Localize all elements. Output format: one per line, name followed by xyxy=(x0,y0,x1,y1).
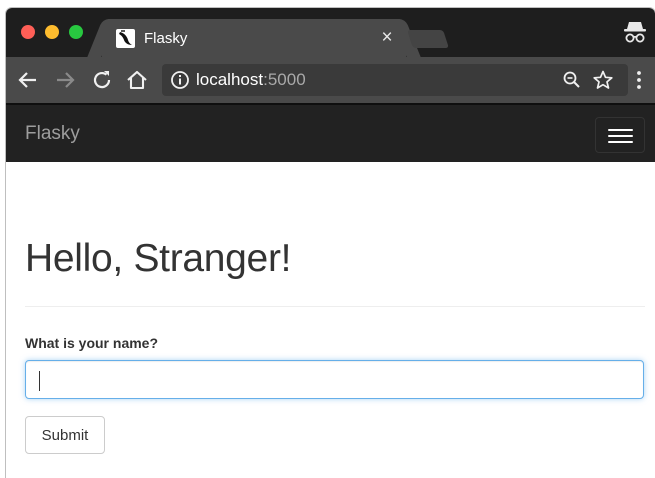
star-icon[interactable] xyxy=(592,69,614,91)
site-navbar: Flasky xyxy=(6,103,655,162)
page-title: Hello, Stranger! xyxy=(25,237,292,280)
navbar-brand[interactable]: Flasky xyxy=(25,122,80,146)
hamburger-icon xyxy=(608,135,633,137)
back-arrow-icon[interactable] xyxy=(16,68,40,92)
minimize-window-button[interactable] xyxy=(45,25,59,39)
close-window-button[interactable] xyxy=(21,25,35,39)
incognito-icon xyxy=(623,19,647,45)
hamburger-icon xyxy=(608,141,633,143)
browser-toolbar: localhost:5000 xyxy=(6,57,655,103)
tab-close-icon[interactable]: × xyxy=(378,27,396,49)
zoom-icon[interactable] xyxy=(562,70,582,90)
maximize-window-button[interactable] xyxy=(69,25,83,39)
address-bar[interactable]: localhost:5000 xyxy=(162,64,628,96)
text-caret xyxy=(39,371,40,391)
tab-title: Flasky xyxy=(144,30,188,47)
home-icon[interactable] xyxy=(125,68,149,92)
url-text[interactable]: localhost:5000 xyxy=(196,70,306,90)
navbar-toggle-button[interactable] xyxy=(595,117,645,153)
forward-arrow-icon[interactable] xyxy=(53,68,77,92)
info-icon[interactable] xyxy=(170,70,190,90)
reload-icon[interactable] xyxy=(90,68,114,92)
menu-dots-icon[interactable] xyxy=(627,68,651,92)
name-input[interactable] xyxy=(25,360,644,399)
tab-flasky[interactable]: Flasky × xyxy=(102,19,406,57)
browser-window: Flasky × localhost:5000 Flasky Hello, St… xyxy=(6,8,655,478)
flask-favicon-icon xyxy=(116,29,135,48)
new-tab-button[interactable] xyxy=(407,30,449,48)
hamburger-icon xyxy=(608,129,633,131)
name-label: What is your name? xyxy=(25,335,159,351)
tab-strip: Flasky × xyxy=(6,8,655,57)
header-divider xyxy=(25,306,645,307)
submit-button[interactable]: Submit xyxy=(25,416,105,454)
